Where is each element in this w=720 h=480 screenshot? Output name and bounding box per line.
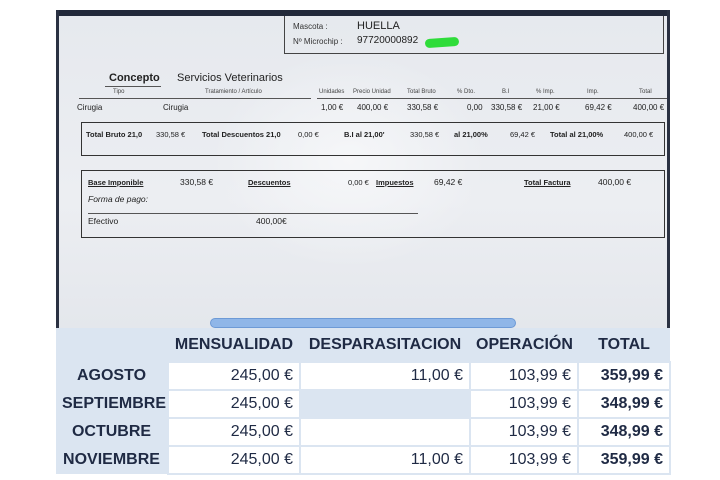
desparasitacion-cell	[299, 417, 471, 447]
line-dto: 0,00	[467, 103, 483, 112]
imp-label: al 21,00%	[454, 130, 488, 139]
scrollbar-handle[interactable]	[210, 318, 516, 328]
bi-value: 330,58 €	[410, 130, 440, 139]
line-imp-pct: 21,00 €	[533, 103, 560, 112]
invoice-photo: Mascota : HUELLA Nº Microchip : 97720000…	[56, 10, 670, 328]
efectivo-label: Efectivo	[88, 216, 119, 226]
bi-label: B.I al 21,00'	[344, 130, 385, 139]
desc-value: 0,00 €	[298, 130, 319, 139]
col-precio: Precio Unidad	[353, 89, 391, 95]
mensualidad-cell: 245,00 €	[167, 361, 301, 391]
base-label: Base Imponible	[88, 178, 144, 187]
concept-underline	[105, 86, 161, 87]
pet-info-box: Mascota : HUELLA Nº Microchip : 97720000…	[284, 16, 664, 54]
pet-name: HUELLA	[357, 20, 400, 32]
col-unidades: Unidades	[319, 89, 345, 95]
monthly-costs-table: MENSUALIDAD DESPARASITACION OPERACIÓN TO…	[56, 328, 671, 475]
line-tipo: Cirugia	[77, 103, 103, 112]
descuentos-value: 0,00 €	[348, 178, 369, 187]
month-cell: AGOSTO	[56, 362, 168, 390]
total-cell: 348,99 €	[577, 389, 671, 419]
desc-label: Total Descuentos 21,0	[202, 130, 281, 139]
table-row: AGOSTO 245,00 € 11,00 € 103,99 € 359,99 …	[56, 361, 671, 391]
imp-value: 69,42 €	[510, 130, 536, 139]
operacion-cell: 103,99 €	[469, 417, 579, 447]
line-bi: 330,58 €	[491, 103, 523, 112]
col-dto: % Dto.	[457, 89, 476, 95]
impuestos-value: 69,42 €	[434, 177, 463, 187]
line-bruto: 330,58 €	[407, 103, 439, 112]
header-rule-2	[163, 98, 311, 99]
month-cell: NOVIEMBRE	[56, 446, 168, 474]
table-header-row: MENSUALIDAD DESPARASITACION OPERACIÓN TO…	[56, 328, 670, 362]
total-label: Total al 21,00%	[550, 130, 604, 139]
header-mensualidad: MENSUALIDAD	[168, 328, 300, 362]
mensualidad-cell: 245,00 €	[167, 417, 301, 447]
mensualidad-cell: 245,00 €	[167, 389, 301, 419]
col-imp: Imp.	[587, 89, 599, 95]
operacion-cell: 103,99 €	[469, 361, 579, 391]
col-total: Total	[639, 89, 652, 95]
desparasitacion-cell	[299, 389, 471, 419]
header-rule-1	[79, 98, 169, 99]
bruto-value: 330,58 €	[156, 130, 186, 139]
mensualidad-cell: 245,00 €	[167, 445, 301, 475]
table-row: NOVIEMBRE 245,00 € 11,00 € 103,99 € 359,…	[56, 445, 671, 475]
col-imp-pct: % Imp.	[536, 89, 555, 95]
chip-label: Nº Microchip :	[293, 37, 343, 46]
tax-totals-box: Total Bruto 21,0 330,58 € Total Descuent…	[81, 122, 665, 156]
month-cell: OCTUBRE	[56, 418, 168, 446]
concept-label: Concepto	[109, 72, 160, 84]
col-tipo: Tipo	[113, 89, 125, 95]
desparasitacion-cell: 11,00 €	[299, 445, 471, 475]
table-row: SEPTIEMBRE 245,00 € 103,99 € 348,99 €	[56, 389, 671, 419]
line-precio: 400,00 €	[357, 103, 389, 112]
desparasitacion-cell: 11,00 €	[299, 361, 471, 391]
total-cell: 348,99 €	[577, 417, 671, 447]
operacion-cell: 103,99 €	[469, 445, 579, 475]
pet-label: Mascota :	[293, 22, 328, 31]
forma-pago-label: Forma de pago:	[88, 194, 149, 204]
base-value: 330,58 €	[180, 177, 214, 187]
total-factura-value: 400,00 €	[598, 177, 632, 187]
table-row: OCTUBRE 245,00 € 103,99 € 348,99 €	[56, 417, 671, 447]
impuestos-label: Impuestos	[376, 178, 414, 187]
header-operacion: OPERACIÓN	[470, 328, 578, 362]
total-cell: 359,99 €	[577, 361, 671, 391]
col-bruto: Total Bruto	[407, 89, 436, 95]
header-desparasitacion: DESPARASITACION	[300, 328, 470, 362]
header-rule-3	[317, 98, 667, 99]
line-imp: 69,42 €	[585, 103, 612, 112]
chip-number: 97720000892	[357, 35, 419, 46]
efectivo-value: 400,00€	[256, 216, 287, 226]
col-tratamiento: Tratamiento / Artículo	[205, 89, 262, 95]
header-total: TOTAL	[578, 328, 670, 362]
line-unidades: 1,00 €	[321, 103, 344, 112]
month-cell: SEPTIEMBRE	[56, 390, 168, 418]
invoice-summary-box: Base Imponible 330,58 € Descuentos 0,00 …	[81, 170, 665, 238]
header-blank	[56, 328, 168, 362]
total-cell: 359,99 €	[577, 445, 671, 475]
total-value: 400,00 €	[624, 130, 654, 139]
concept-value: Servicios Veterinarios	[177, 72, 283, 84]
operacion-cell: 103,99 €	[469, 389, 579, 419]
line-total: 400,00 €	[633, 103, 665, 112]
descuentos-label: Descuentos	[248, 178, 291, 187]
line-tratamiento: Cirugia	[163, 103, 189, 112]
pago-rule	[88, 213, 418, 214]
bruto-label: Total Bruto 21,0	[86, 130, 143, 139]
total-factura-label: Total Factura	[524, 178, 571, 187]
col-bi: B.I	[502, 89, 510, 95]
